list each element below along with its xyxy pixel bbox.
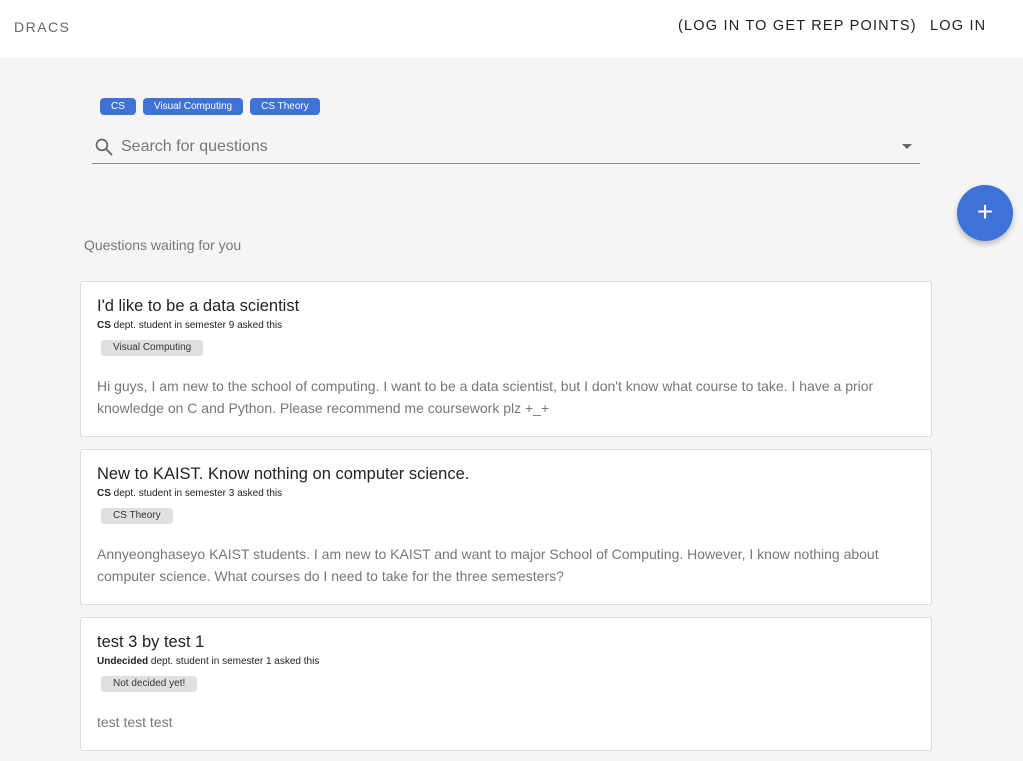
question-title: test 3 by test 1 (97, 633, 205, 651)
question-body: test test test (97, 714, 173, 730)
question-dept: CS (97, 320, 111, 331)
question-tag: Visual Computing (101, 340, 204, 356)
add-question-button[interactable]: + (957, 185, 1013, 241)
search-bar (92, 130, 920, 164)
question-meta-text: dept. student in semester 1 asked this (148, 656, 320, 667)
filter-chip-cs[interactable]: CS (100, 98, 136, 115)
question-card[interactable]: I'd like to be a data scientist CS dept.… (80, 281, 932, 437)
search-icon (94, 137, 114, 157)
question-meta-text: dept. student in semester 9 asked this (110, 320, 283, 331)
question-meta: Undecided dept. student in semester 1 as… (97, 656, 319, 667)
brand-logo[interactable]: DRACS (14, 19, 71, 35)
login-button[interactable]: LOG IN (930, 18, 986, 34)
search-input[interactable] (119, 134, 893, 160)
question-meta: CS dept. student in semester 3 asked thi… (97, 488, 282, 499)
question-tag: CS Theory (101, 508, 173, 524)
question-card[interactable]: New to KAIST. Know nothing on computer s… (80, 449, 932, 605)
question-body: Hi guys, I am new to the school of compu… (97, 378, 874, 416)
filter-chip-visual-computing[interactable]: Visual Computing (142, 98, 244, 115)
question-meta-text: dept. student in semester 3 asked this (110, 488, 283, 499)
filter-chip-cs-theory[interactable]: CS Theory (250, 98, 320, 115)
section-title: Questions waiting for you (84, 237, 242, 253)
question-title: I'd like to be a data scientist (97, 297, 300, 315)
app-bar: DRACS (LOG IN TO GET REP POINTS) LOG IN (0, 0, 1023, 58)
question-meta: CS dept. student in semester 9 asked thi… (97, 320, 282, 331)
filter-chips: CS Visual Computing CS Theory (100, 98, 320, 115)
question-tag: Not decided yet! (101, 676, 198, 692)
question-body: Annyeonghaseyo KAIST students. I am new … (97, 546, 879, 584)
question-dept: CS (97, 488, 111, 499)
rep-points-button[interactable]: (LOG IN TO GET REP POINTS) (678, 18, 917, 34)
question-card[interactable]: test 3 by test 1 Undecided dept. student… (80, 617, 932, 751)
question-title: New to KAIST. Know nothing on computer s… (97, 465, 470, 483)
question-dept: Undecided (97, 656, 149, 667)
chevron-down-icon[interactable] (902, 144, 912, 149)
